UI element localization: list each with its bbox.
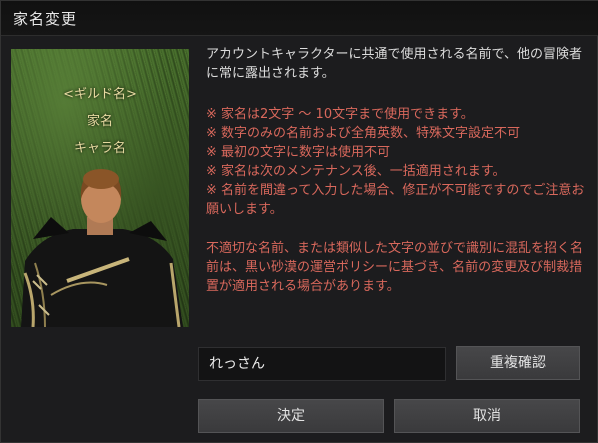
rules-list: ※ 家名は2文字 ～ 10文字まで使用できます。 ※ 数字のみの名前および全角英… [206, 105, 590, 219]
family-name-input[interactable]: れっさん [198, 347, 446, 381]
rule-item: ※ 家名は次のメンテナンス後、一括適用されます。 [206, 164, 506, 179]
rule-item: ※ 名前を間違って入力した場合、修正が不可能ですのでご注意お願いします。 [206, 183, 585, 217]
duplicate-check-button[interactable]: 重複確認 [456, 346, 580, 380]
name-rules-panel: アカウントキャラクターに共通で使用される名前で、他の冒険者に常に露出されます。 … [206, 45, 590, 296]
policy-warning-text: 不適切な名前、または類似した文字の並びで識別に混乱を招く名前は、黒い砂漠の運営ポ… [206, 241, 584, 294]
confirm-button[interactable]: 決定 [198, 399, 384, 433]
character-portrait: <ギルド名> 家名 キャラ名 [11, 49, 189, 327]
rule-item: ※ 数字のみの名前および全角英数、特殊文字設定不可 [206, 126, 521, 141]
family-name-change-dialog: 家名変更 <ギルド名> 家名 キャラ名 アカウントキャラクターに共通で使用される… [0, 0, 598, 443]
rule-item: ※ 家名は2文字 ～ 10文字まで使用できます。 [206, 107, 474, 122]
dialog-title: 家名変更 [13, 10, 78, 28]
dialog-title-bar[interactable]: 家名変更 [1, 1, 598, 36]
rule-item: ※ 最初の文字に数字は使用不可 [206, 145, 391, 160]
cancel-button[interactable]: 取消 [394, 399, 580, 433]
intro-text: アカウントキャラクターに共通で使用される名前で、他の冒険者に常に露出されます。 [206, 47, 582, 81]
character-figure [21, 169, 183, 327]
